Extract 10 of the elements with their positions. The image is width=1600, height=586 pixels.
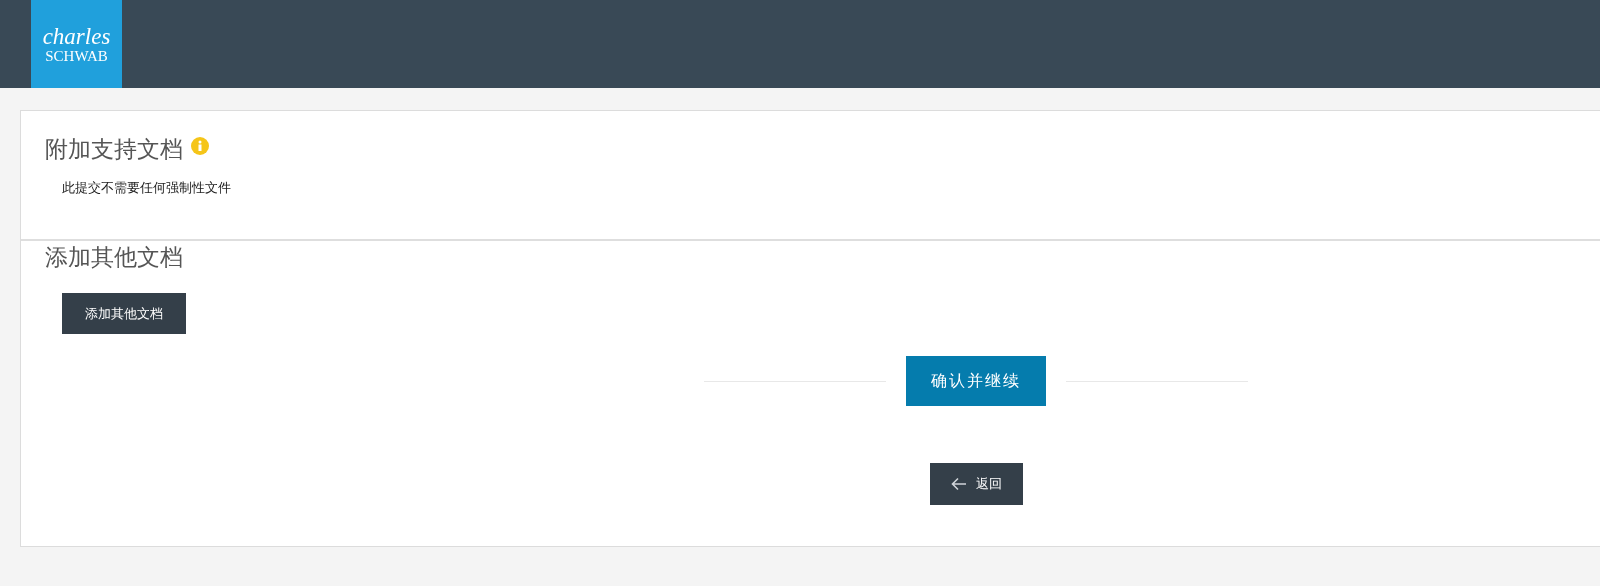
info-message: 此提交不需要任何强制性文件 (62, 179, 232, 197)
add-document-button[interactable]: 添加其他文档 (62, 293, 186, 334)
confirm-button[interactable]: 确认并继续 (906, 356, 1046, 406)
info-icon[interactable] (191, 137, 209, 155)
back-button[interactable]: 返回 (929, 463, 1023, 505)
section-title: 附加支持文档 (45, 135, 183, 164)
section-title: 添加其他文档 (45, 243, 184, 272)
arrow-left-icon (950, 477, 967, 491)
logo-text: SCHWAB (45, 48, 108, 64)
logo-text: charles (42, 24, 111, 48)
